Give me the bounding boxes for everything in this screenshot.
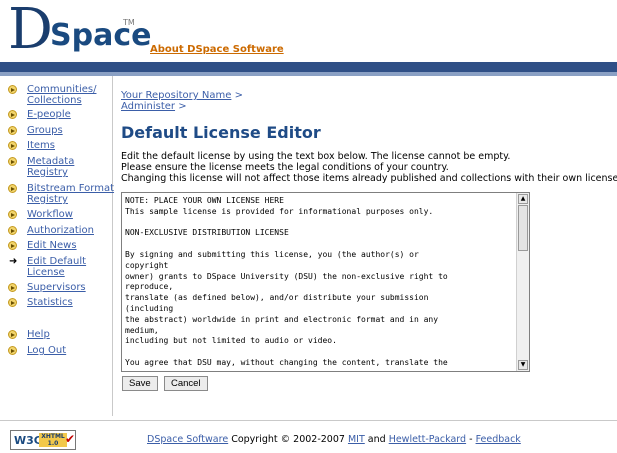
logo-letter[interactable]: D	[8, 2, 53, 58]
breadcrumb-separator: >	[231, 90, 243, 101]
bullet-icon	[8, 85, 17, 94]
bullet-icon	[8, 157, 17, 166]
dspace-software-link[interactable]: DSpace Software	[147, 434, 228, 445]
header-band	[0, 62, 617, 72]
about-dspace-link[interactable]: About DSpace Software	[150, 44, 284, 55]
sidebar-item-label[interactable]: E-people	[27, 109, 122, 120]
bullet-icon	[8, 110, 17, 119]
bullet-icon	[8, 141, 17, 150]
sidebar-item-label[interactable]: Communities/ Collections	[27, 84, 122, 106]
copyright-text: Copyright © 2002-2007	[228, 434, 348, 445]
hewlett-packard-link[interactable]: Hewlett-Packard	[389, 434, 466, 445]
breadcrumb-repository-link[interactable]: Your Repository Name	[121, 90, 231, 101]
bullet-icon	[8, 283, 17, 292]
bullet-icon	[8, 330, 17, 339]
logo-word[interactable]: Space	[50, 20, 151, 52]
textarea-scrollbar[interactable]: ▲ ▼	[516, 193, 529, 371]
footer-text: DSpace Software Copyright © 2002-2007 MI…	[147, 434, 521, 445]
dash-text: -	[466, 434, 476, 445]
bullet-icon	[8, 226, 17, 235]
description-line-1: Edit the default license by using the te…	[121, 151, 511, 162]
sidebar: Communities/ Collections E-people Groups…	[0, 76, 114, 416]
save-button[interactable]: Save	[122, 376, 158, 391]
bullet-icon	[8, 346, 17, 355]
and-text: and	[364, 434, 389, 445]
w3c-badge-text: W3C	[14, 434, 42, 447]
sidebar-item-label[interactable]: Authorization	[27, 225, 122, 236]
checkmark-icon: ✔	[65, 432, 76, 446]
w3c-xhtml-badge[interactable]: W3C XHTML 1.0 ✔	[10, 430, 76, 450]
bullet-icon	[8, 184, 17, 193]
bullet-icon	[8, 210, 17, 219]
scroll-thumb[interactable]	[518, 205, 528, 251]
description-line-2: Please ensure the license meets the lega…	[121, 162, 449, 173]
scroll-up-icon[interactable]: ▲	[518, 194, 528, 204]
description-line-3: Changing this license will not affect th…	[121, 173, 617, 184]
bullet-icon	[8, 126, 17, 135]
arrow-right-icon: ➜	[9, 256, 18, 267]
sidebar-item-label[interactable]: Help	[27, 329, 122, 340]
header: D Space TM About DSpace Software	[0, 0, 617, 62]
sidebar-item-label[interactable]: Workflow	[27, 209, 122, 220]
sidebar-item-label[interactable]: Log Out	[27, 345, 122, 356]
sidebar-item-label[interactable]: Statistics	[27, 297, 122, 308]
license-textarea[interactable]: NOTE: PLACE YOUR OWN LICENSE HERE This s…	[121, 192, 530, 372]
page-title: Default License Editor	[121, 123, 321, 142]
sidebar-item-label[interactable]: Bitstream Format Registry	[27, 183, 122, 205]
breadcrumb: Your Repository Name >	[121, 90, 243, 101]
sidebar-item-label[interactable]: Supervisors	[27, 282, 122, 293]
cancel-button[interactable]: Cancel	[164, 376, 208, 391]
logo-trademark: TM	[123, 18, 135, 27]
mit-link[interactable]: MIT	[348, 434, 365, 445]
sidebar-item-label[interactable]: Edit Default License	[27, 256, 122, 278]
sidebar-item-label[interactable]: Edit News	[27, 240, 122, 251]
breadcrumb-row-2: Administer >	[121, 101, 187, 112]
sidebar-item-label[interactable]: Metadata Registry	[27, 156, 122, 178]
feedback-link[interactable]: Feedback	[476, 434, 521, 445]
sidebar-item-label[interactable]: Groups	[27, 125, 122, 136]
scroll-down-icon[interactable]: ▼	[518, 360, 528, 370]
breadcrumb-separator: >	[175, 101, 187, 112]
xhtml-badge-text: XHTML 1.0	[39, 433, 67, 447]
bullet-icon	[8, 241, 17, 250]
license-text[interactable]: NOTE: PLACE YOUR OWN LICENSE HERE This s…	[125, 196, 517, 369]
sidebar-item-label[interactable]: Items	[27, 140, 122, 151]
breadcrumb-administer-link[interactable]: Administer	[121, 101, 175, 112]
bullet-icon	[8, 298, 17, 307]
footer-divider	[0, 420, 617, 421]
